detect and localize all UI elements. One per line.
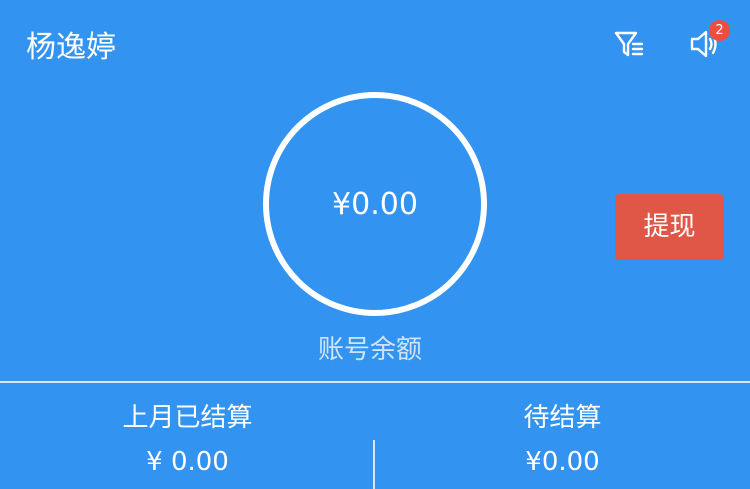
user-name: 杨逸婷 (26, 30, 116, 65)
balance-label: 账号余额 (317, 335, 422, 365)
stats-divider (0, 381, 750, 383)
balance-ring: ¥0.00 (263, 92, 487, 316)
pending-settlement-title: 待结算 (523, 403, 602, 433)
account-balance-screen: 杨逸婷 2 ¥0.00 账号余额 提现 上月已结算 ¥ 0.00 待结算 ¥0.… (0, 0, 750, 489)
filter-icon (612, 27, 646, 65)
notification-button[interactable]: 2 (684, 20, 730, 66)
last-month-settled-title: 上月已结算 (122, 403, 253, 433)
balance-amount: ¥0.00 (332, 186, 418, 222)
pending-settlement: 待结算 ¥0.00 (375, 398, 750, 482)
last-month-settled-value: ¥ 0.00 (146, 447, 229, 477)
notification-badge: 2 (709, 20, 730, 41)
last-month-settled: 上月已结算 ¥ 0.00 (0, 398, 375, 482)
filter-button[interactable] (609, 26, 649, 66)
withdraw-button[interactable]: 提现 (615, 194, 724, 260)
pending-settlement-value: ¥0.00 (525, 447, 600, 477)
